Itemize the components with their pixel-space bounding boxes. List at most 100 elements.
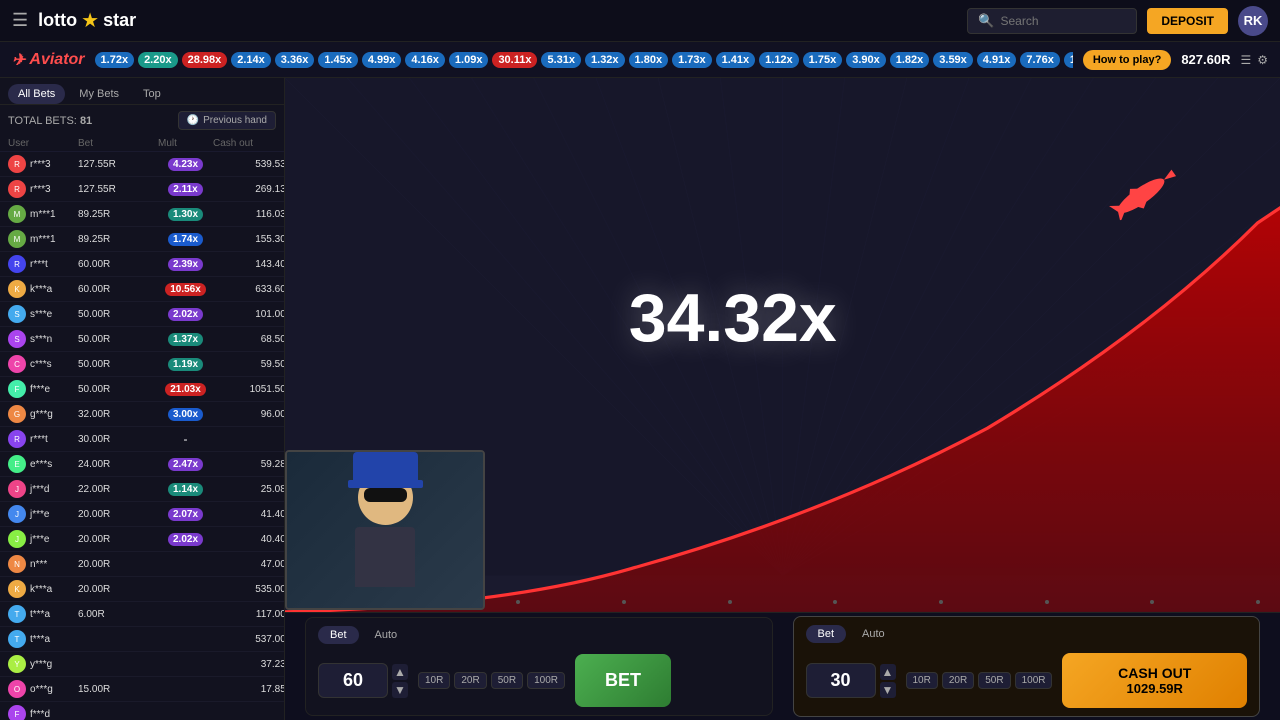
settings-icon[interactable]: ⚙ [1257, 53, 1268, 67]
multiplier-cell: 2.39x [158, 258, 213, 271]
user-avatar[interactable]: RK [1238, 6, 1268, 36]
multiplier-badge[interactable]: 1.80x [629, 52, 669, 68]
left-panel: All BetsMy BetsTop TOTAL BETS: 81 🕐 Prev… [0, 78, 285, 720]
cashout-cell: 633.60R [213, 284, 284, 295]
multiplier-badge[interactable]: 1.11x [1064, 52, 1073, 68]
multiplier-badge[interactable]: 3.59x [933, 52, 973, 68]
multiplier-badge[interactable]: 2.14x [231, 52, 271, 68]
avatar: E [8, 455, 26, 473]
multiplier-pill: 2.11x [168, 183, 202, 196]
multiplier-badge[interactable]: 3.36x [275, 52, 315, 68]
quick-amount-button[interactable]: 100R [527, 672, 565, 689]
table-row: Kk***a20.00R535.00R [0, 577, 284, 602]
table-row: Kk***a60.00R10.56x633.60R [0, 277, 284, 302]
user-cell: Yy***g [8, 655, 78, 673]
cashout-cell: 59.28R [213, 459, 284, 470]
quick-amount-button[interactable]: 100R [1015, 672, 1053, 689]
username: g***g [30, 409, 53, 420]
quick-amount-button[interactable]: 50R [491, 672, 523, 689]
prev-hand-button[interactable]: 🕐 Previous hand [178, 111, 276, 130]
user-cell: Ff***e [8, 380, 78, 398]
quick-amounts-1: 10R20R 50R100R [418, 672, 565, 689]
bets-tab-my-bets[interactable]: My Bets [69, 84, 129, 104]
multiplier-badge[interactable]: 4.99x [362, 52, 402, 68]
user-cell: Cc***s [8, 355, 78, 373]
multiplier-badge[interactable]: 1.73x [672, 52, 712, 68]
multiplier-badge[interactable]: 4.91x [977, 52, 1017, 68]
streamer-figure [345, 470, 425, 590]
bet-controls-2: 30 ▲ ▼ 10R20R50R100R CASH OUT 1029.59R [806, 653, 1248, 708]
multiplier-badge[interactable]: 1.72x [95, 52, 135, 68]
quick-amount-button[interactable]: 20R [454, 672, 486, 689]
axis-dot [1150, 600, 1154, 604]
amount-down-1[interactable]: ▼ [392, 682, 408, 698]
bet-amount-cell: 6.00R [78, 609, 158, 620]
bets-tab-all-bets[interactable]: All Bets [8, 84, 65, 104]
panel-tab-bet[interactable]: Bet [318, 626, 359, 644]
user-cell: Oo***g [8, 680, 78, 698]
multiplier-display: 34.32x [629, 279, 837, 357]
cashout-cell: 117.00R [213, 609, 284, 620]
multiplier-badge[interactable]: 28.98x [182, 52, 228, 68]
bet-amount-cell: 60.00R [78, 284, 158, 295]
amount-up-2[interactable]: ▲ [880, 664, 896, 680]
quick-amount-button[interactable]: 10R [418, 672, 450, 689]
multiplier-badge[interactable]: 1.32x [585, 52, 625, 68]
panel-tab-auto[interactable]: Auto [850, 625, 897, 643]
multiplier-badge[interactable]: 3.90x [846, 52, 886, 68]
multiplier-cell: 2.02x [158, 308, 213, 321]
hamburger-icon[interactable]: ☰ [12, 10, 28, 31]
cashout-cell: 269.13R [213, 184, 284, 195]
user-cell: Ee***s [8, 455, 78, 473]
amount-down-2[interactable]: ▼ [880, 682, 896, 698]
cashout-button[interactable]: CASH OUT 1029.59R [1062, 653, 1247, 708]
avatar: F [8, 705, 26, 720]
list-icon[interactable]: ☰ [1240, 53, 1251, 67]
multiplier-badge[interactable]: 4.16x [405, 52, 445, 68]
cashout-label: CASH OUT [1082, 665, 1227, 681]
deposit-button[interactable]: DEPOSIT [1147, 8, 1228, 34]
avatar: S [8, 330, 26, 348]
amount-buttons-1: ▲ ▼ [392, 664, 408, 698]
multiplier-badge[interactable]: 1.12x [759, 52, 799, 68]
table-row: Jj***e20.00R2.02x40.40R [0, 527, 284, 552]
table-row: Mm***189.25R1.30x116.03R [0, 202, 284, 227]
bet-amount-cell: 22.00R [78, 484, 158, 495]
bet-controls-1: 60 ▲ ▼ 10R20R50R100R BET [318, 654, 760, 707]
bet-button[interactable]: BET [575, 654, 671, 707]
table-row: Ss***n50.00R1.37x68.50R [0, 327, 284, 352]
quick-amount-button[interactable]: 10R [906, 672, 938, 689]
amount-up-1[interactable]: ▲ [392, 664, 408, 680]
quick-amount-button[interactable]: 50R [978, 672, 1010, 689]
search-input[interactable] [1001, 14, 1131, 28]
user-cell: Tt***a [8, 605, 78, 623]
cashout-cell: 1051.50R [213, 384, 284, 395]
multiplier-badge[interactable]: 1.75x [803, 52, 843, 68]
username: m***1 [30, 209, 56, 220]
cashout-amount: 1029.59R [1082, 681, 1227, 696]
multiplier-badge[interactable]: 7.76x [1020, 52, 1060, 68]
multiplier-badge[interactable]: 5.31x [541, 52, 581, 68]
table-row: Ff***e50.00R21.03x1051.50R [0, 377, 284, 402]
axis-dot [728, 600, 732, 604]
multiplier-badge[interactable]: 30.11x [492, 52, 537, 68]
quick-amount-button[interactable]: 20R [942, 672, 974, 689]
panel-tab-auto[interactable]: Auto [363, 626, 410, 644]
panel-tab-bet[interactable]: Bet [806, 625, 847, 643]
bet-amount-cell: 20.00R [78, 534, 158, 545]
bet-amount-cell: 127.55R [78, 184, 158, 195]
user-cell: Rr***t [8, 255, 78, 273]
multiplier-badge[interactable]: 2.20x [138, 52, 178, 68]
streamer-glasses [364, 488, 407, 502]
bets-tab-top[interactable]: Top [133, 84, 171, 104]
multiplier-badge[interactable]: 1.09x [449, 52, 489, 68]
multiplier-badge[interactable]: 1.41x [716, 52, 756, 68]
how-to-play-button[interactable]: How to play? [1083, 50, 1171, 70]
multiplier-badge[interactable]: 1.82x [890, 52, 930, 68]
username: e***s [30, 459, 52, 470]
axis-dot [1045, 600, 1049, 604]
multiplier-badge[interactable]: 1.45x [318, 52, 358, 68]
username: t***a [30, 634, 50, 645]
multiplier-pill: 1.37x [168, 333, 203, 346]
username: j***e [30, 509, 49, 520]
